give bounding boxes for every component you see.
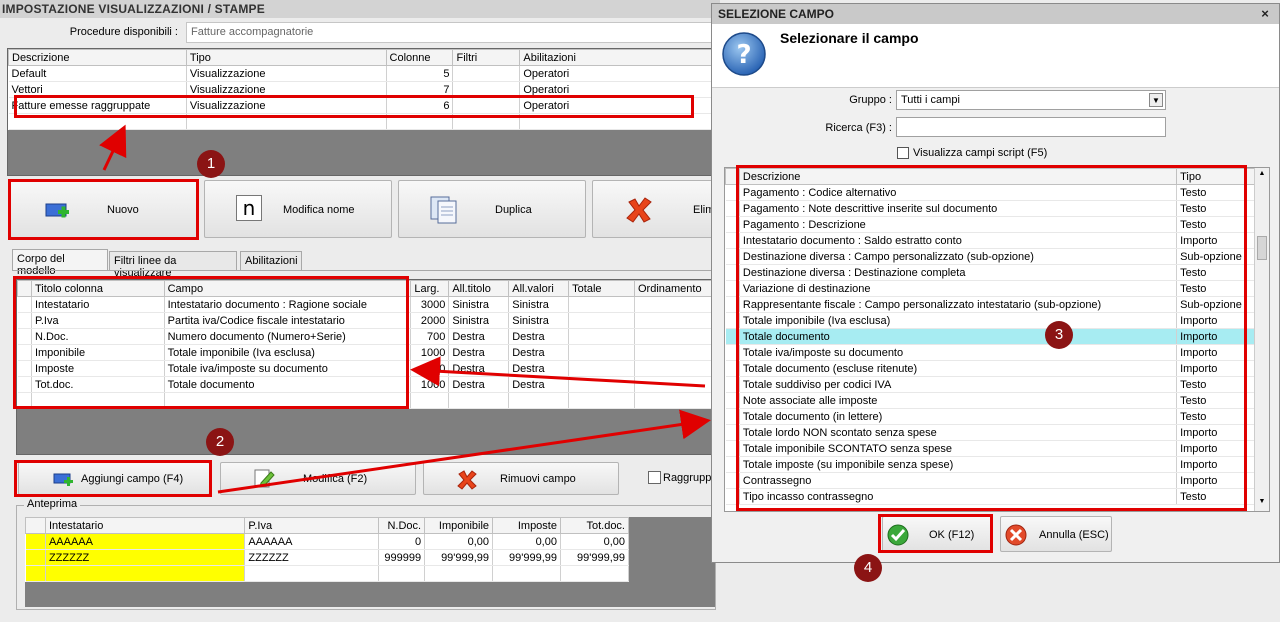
annotation-badge-4: 4 — [854, 554, 882, 582]
arrow-to-fields — [410, 356, 706, 388]
arrow-to-row — [99, 124, 127, 171]
annotation-badge-1: 1 — [197, 150, 225, 178]
arrow-to-list — [217, 409, 711, 494]
annotation-badge-2: 2 — [206, 428, 234, 456]
annotation-badge-3: 3 — [1045, 321, 1073, 349]
annotation-arrows — [99, 124, 711, 494]
